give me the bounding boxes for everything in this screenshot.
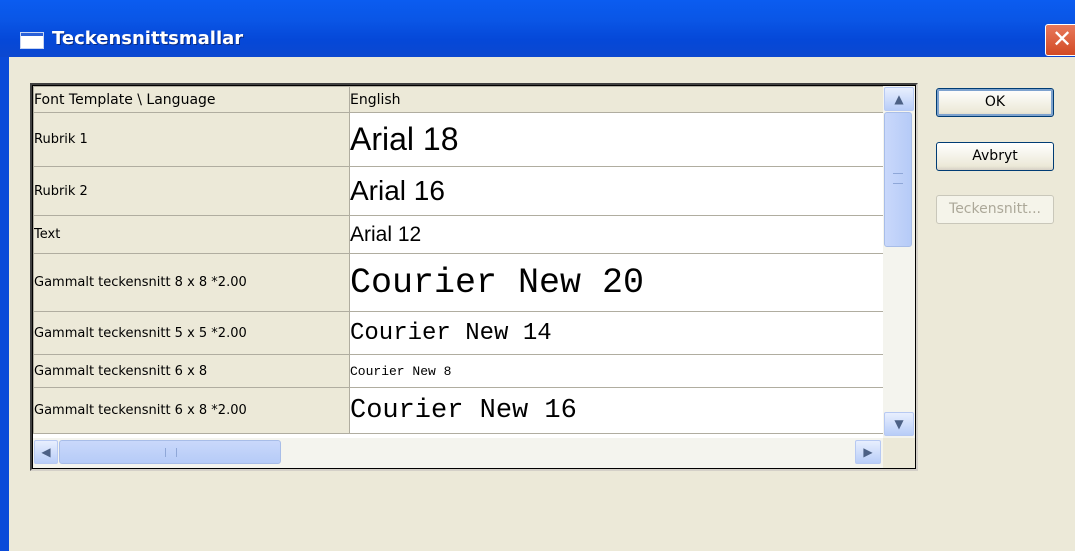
ok-button[interactable]: OK xyxy=(936,88,1054,117)
table-row[interactable]: Text Arial 12 xyxy=(33,215,884,254)
font-cell[interactable]: Courier New 8 xyxy=(349,354,884,388)
dialog-client-area: Font Template \ Language English Rubrik … xyxy=(9,57,1075,551)
header-english[interactable]: English xyxy=(349,86,884,113)
header-font-template-language[interactable]: Font Template \ Language xyxy=(33,86,350,113)
grip-icon xyxy=(893,173,903,184)
font-template-grid: Font Template \ Language English Rubrik … xyxy=(30,83,918,471)
row-label: Text xyxy=(33,215,350,254)
font-cell[interactable]: Arial 16 xyxy=(349,166,884,216)
grip-icon xyxy=(165,448,177,457)
cancel-button[interactable]: Avbryt xyxy=(936,142,1054,171)
close-button[interactable]: ✕ xyxy=(1045,24,1075,56)
table-row[interactable]: Rubrik 1 Arial 18 xyxy=(33,112,884,167)
row-label: Gammalt teckensnitt 6 x 8 *2.00 xyxy=(33,387,350,434)
row-label: Gammalt teckensnitt 6 x 8 xyxy=(33,354,350,388)
scroll-right-icon[interactable]: ▶ xyxy=(855,440,881,464)
row-label: Rubrik 2 xyxy=(33,166,350,216)
scrollbar-corner xyxy=(883,438,915,468)
font-cell[interactable]: Courier New 20 xyxy=(349,253,884,312)
font-cell[interactable]: Courier New 16 xyxy=(349,387,884,434)
table-row[interactable]: Rubrik 2 Arial 16 xyxy=(33,166,884,216)
window-title: Teckensnittsmallar xyxy=(52,28,244,49)
scroll-left-icon[interactable]: ◀ xyxy=(34,440,58,464)
grid-table: Font Template \ Language English Rubrik … xyxy=(33,86,884,434)
table-row[interactable]: Gammalt teckensnitt 6 x 8 *2.00 Courier … xyxy=(33,387,884,434)
table-row[interactable]: Gammalt teckensnitt 6 x 8 Courier New 8 xyxy=(33,354,884,388)
scroll-up-icon[interactable]: ▲ xyxy=(884,87,914,111)
row-label: Rubrik 1 xyxy=(33,112,350,167)
window-icon xyxy=(20,32,44,49)
row-label: Gammalt teckensnitt 5 x 5 *2.00 xyxy=(33,311,350,355)
horizontal-scroll-thumb[interactable] xyxy=(59,440,281,464)
table-row[interactable]: Gammalt teckensnitt 5 x 5 *2.00 Courier … xyxy=(33,311,884,355)
title-bar[interactable]: Teckensnittsmallar ✕ xyxy=(0,0,1075,57)
horizontal-scrollbar[interactable]: ◀ ▶ xyxy=(33,438,883,468)
scroll-down-icon[interactable]: ▼ xyxy=(884,412,914,436)
vertical-scroll-thumb[interactable] xyxy=(884,112,912,247)
table-row[interactable]: Gammalt teckensnitt 8 x 8 *2.00 Courier … xyxy=(33,253,884,312)
font-button: Teckensnitt... xyxy=(936,195,1054,224)
row-label: Gammalt teckensnitt 8 x 8 *2.00 xyxy=(33,253,350,312)
grid-header-row: Font Template \ Language English xyxy=(33,86,884,113)
font-cell[interactable]: Arial 18 xyxy=(349,112,884,167)
font-cell[interactable]: Courier New 14 xyxy=(349,311,884,355)
dialog-window: Teckensnittsmallar ✕ Font Template \ Lan… xyxy=(0,0,1075,551)
font-cell[interactable]: Arial 12 xyxy=(349,215,884,254)
vertical-scrollbar[interactable]: ▲ ▼ xyxy=(883,86,915,438)
